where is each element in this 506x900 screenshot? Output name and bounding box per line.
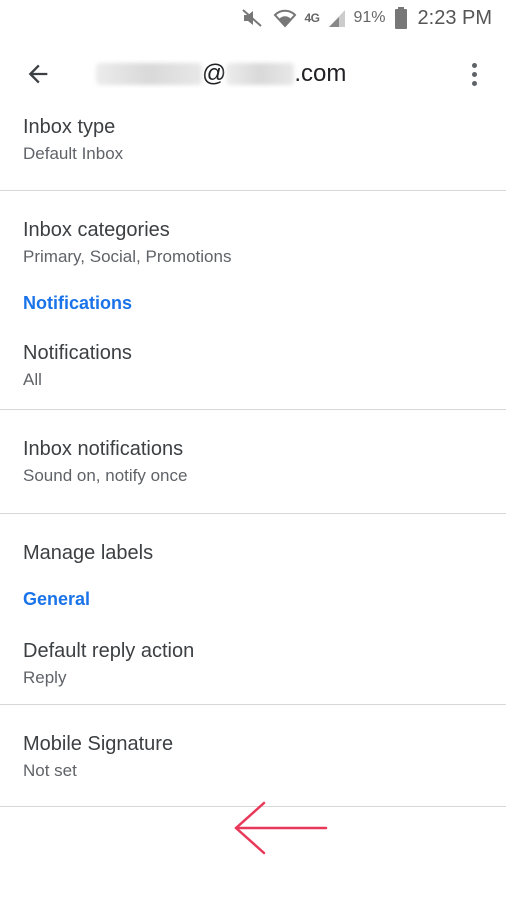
setting-title: Inbox categories [23,219,170,241]
setting-value: Default Inbox [23,144,124,163]
setting-inbox-type[interactable]: Inbox type Default Inbox [0,108,506,190]
app-bar: @ .com [0,40,506,108]
setting-value: Primary, Social, Promotions [23,247,232,266]
settings-list: Inbox type Default Inbox Inbox categorie… [0,108,506,807]
setting-notifications[interactable]: Notifications All [0,318,506,409]
setting-title: Inbox type [23,116,116,138]
setting-title: Notifications [23,342,132,364]
setting-title: Mobile Signature [23,733,174,755]
battery-percent: 91% [353,9,386,26]
account-title: @ .com [96,58,346,90]
setting-title: Manage labels [23,542,154,564]
section-header-wrap: Notifications [0,292,506,318]
network-type: 4G [304,11,320,25]
setting-mobile-signature[interactable]: Mobile Signature Not set [0,705,506,806]
back-arrow-icon [28,64,48,84]
more-vert-icon [471,62,477,68]
wifi-icon [272,6,298,30]
redacted-username [96,63,202,85]
setting-value: Reply [23,668,67,687]
account-at: @ [202,60,227,87]
annotation-arrow-icon [230,800,330,861]
account-suffix: .com [294,60,347,87]
setting-inbox-categories[interactable]: Inbox categories Primary, Social, Promot… [0,191,506,292]
more-vert-dot [471,80,477,86]
more-vert-dot [471,71,477,77]
signal-icon [327,7,347,29]
setting-value: Sound on, notify once [23,466,188,485]
setting-default-reply[interactable]: Default reply action Reply [0,610,506,704]
battery-icon [394,6,408,30]
redacted-domain [226,63,295,85]
status-bar: 4G 91% 2:23 PM [0,0,506,36]
setting-manage-labels[interactable]: Manage labels [0,514,506,588]
section-header-wrap: General [0,588,506,610]
setting-inbox-notifications[interactable]: Inbox notifications Sound on, notify onc… [0,410,506,513]
mute-icon [240,6,264,30]
section-header-notifications: Notifications [23,293,133,313]
status-icons: 4G 91% 2:23 PM [232,4,492,32]
setting-value: All [23,370,42,389]
setting-title: Inbox notifications [23,438,184,460]
back-button[interactable] [22,58,54,90]
clock: 2:23 PM [417,6,492,29]
setting-value: Not set [23,761,77,780]
more-options-button[interactable] [462,58,486,90]
section-header-general: General [23,589,91,609]
setting-title: Default reply action [23,640,195,662]
